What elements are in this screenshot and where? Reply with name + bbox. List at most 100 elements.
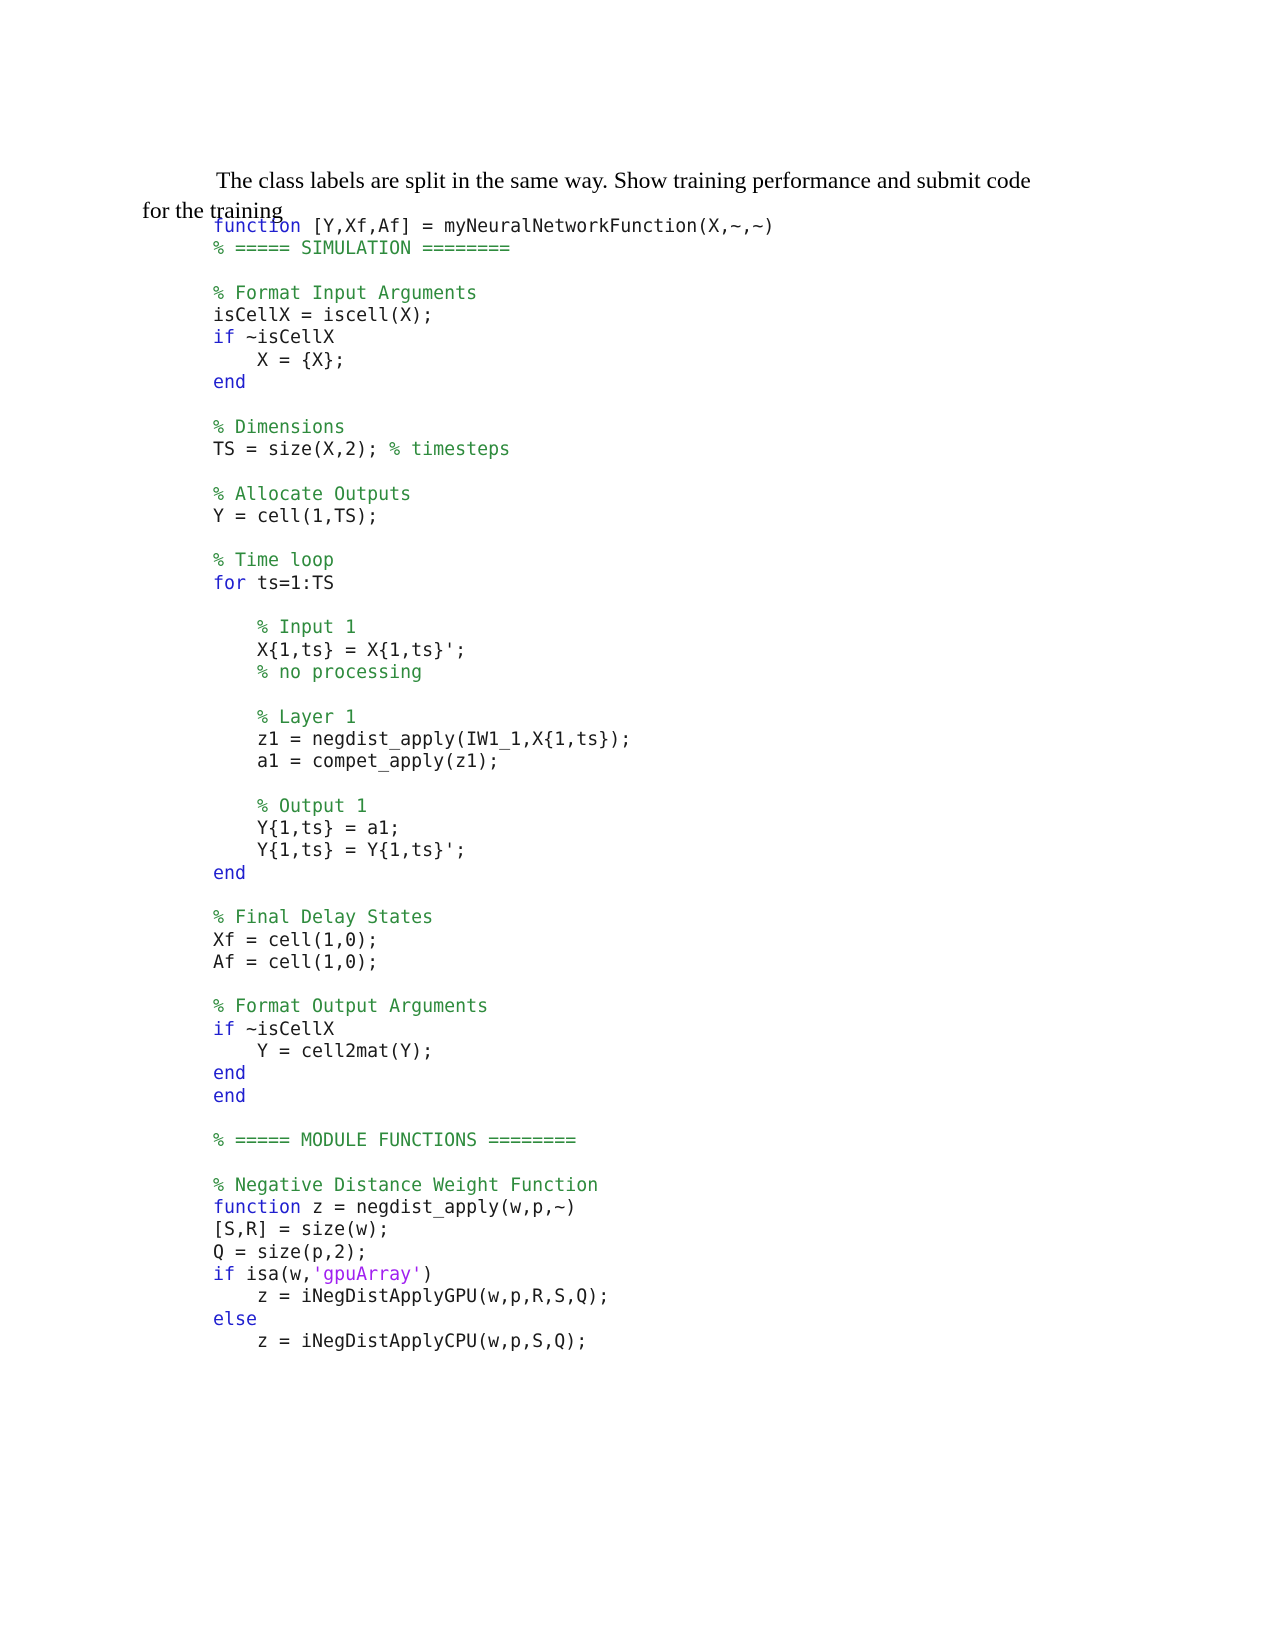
code-line: z = iNegDistApplyCPU(w,p,S,Q); <box>213 1331 1193 1353</box>
code-token-plain: isa(w, <box>235 1263 313 1285</box>
code-token-plain: ~isCellX <box>235 327 335 349</box>
code-token-kw: if <box>213 327 236 349</box>
code-token-kw: function <box>213 216 302 237</box>
code-token-plain: ~isCellX <box>235 1018 335 1040</box>
code-line: isCellX = iscell(X); <box>213 305 1193 327</box>
code-token-cmt: % ===== MODULE FUNCTIONS ======== <box>213 1130 577 1152</box>
code-line: if ~isCellX <box>213 1019 1193 1041</box>
code-token-cmt: % Negative Distance Weight Function <box>213 1174 599 1196</box>
code-token-kw: end <box>213 1085 247 1107</box>
code-token-plain: ts=1:TS <box>246 572 335 594</box>
code-line: % Allocate Outputs <box>213 484 1193 506</box>
code-token-plain: z1 = negdist_apply(IW1_1,X{1,ts}); <box>213 728 632 750</box>
code-line: z1 = negdist_apply(IW1_1,X{1,ts}); <box>213 729 1193 751</box>
code-line: Q = size(p,2); <box>213 1242 1193 1264</box>
code-line: else <box>213 1309 1193 1331</box>
code-token-cmt: % Output 1 <box>213 795 368 817</box>
code-line: end <box>213 863 1193 885</box>
code-line: % Layer 1 <box>213 707 1193 729</box>
code-token-cmt: % Layer 1 <box>213 706 357 728</box>
code-token-kw: end <box>213 372 247 394</box>
code-line: % Input 1 <box>213 617 1193 639</box>
code-token-plain: Y{1,ts} = a1; <box>213 818 401 840</box>
code-line: % Format Input Arguments <box>213 283 1193 305</box>
code-token-plain: z = negdist_apply(w,p,~) <box>301 1197 577 1219</box>
code-line: % ===== MODULE FUNCTIONS ======== <box>213 1130 1193 1152</box>
code-token-plain: X{1,ts} = X{1,ts}'; <box>213 639 467 661</box>
code-line: end <box>213 1086 1193 1108</box>
code-token-plain: isCellX = iscell(X); <box>213 305 434 327</box>
code-line: % no processing <box>213 662 1193 684</box>
code-line: z = iNegDistApplyGPU(w,p,R,S,Q); <box>213 1286 1193 1308</box>
code-token-plain: [Y,Xf,Af] = myNeuralNetworkFunction(X,~,… <box>301 216 775 237</box>
code-token-kw: if <box>213 1263 236 1285</box>
code-token-plain: Q = size(p,2); <box>213 1241 368 1263</box>
code-line: % Format Output Arguments <box>213 996 1193 1018</box>
code-token-plain: z = iNegDistApplyCPU(w,p,S,Q); <box>213 1330 588 1352</box>
code-token-cmt: % Time loop <box>213 550 335 572</box>
code-line: Y{1,ts} = a1; <box>213 818 1193 840</box>
code-line: if ~isCellX <box>213 327 1193 349</box>
code-line: a1 = compet_apply(z1); <box>213 751 1193 773</box>
code-line: % Time loop <box>213 550 1193 572</box>
code-line: Xf = cell(1,0); <box>213 930 1193 952</box>
code-token-plain: Y{1,ts} = Y{1,ts}'; <box>213 840 467 862</box>
code-line: if isa(w,'gpuArray') <box>213 1264 1193 1286</box>
code-line: for ts=1:TS <box>213 573 1193 595</box>
code-token-kw: function <box>213 1197 302 1219</box>
code-token-cmt: % Dimensions <box>213 416 346 438</box>
code-line: % Final Delay States <box>213 907 1193 929</box>
code-line: end <box>213 1063 1193 1085</box>
code-token-cmt: % Format Input Arguments <box>213 282 478 304</box>
code-line: end <box>213 372 1193 394</box>
code-token-kw: end <box>213 1063 247 1085</box>
code-token-plain: [S,R] = size(w); <box>213 1219 390 1241</box>
code-line: X{1,ts} = X{1,ts}'; <box>213 640 1193 662</box>
code-line: [S,R] = size(w); <box>213 1219 1193 1241</box>
code-token-plain: Xf = cell(1,0); <box>213 929 379 951</box>
code-token-cmt: % Format Output Arguments <box>213 996 489 1018</box>
code-token-kw: if <box>213 1018 236 1040</box>
code-token-plain: X = {X}; <box>213 349 346 371</box>
code-line: % Negative Distance Weight Function <box>213 1175 1193 1197</box>
code-token-cmt: % Allocate Outputs <box>213 483 412 505</box>
code-token-cmt: % Input 1 <box>213 617 357 639</box>
code-token-kw: end <box>213 862 247 884</box>
code-token-plain: Y = cell(1,TS); <box>213 505 379 527</box>
code-token-plain: ) <box>422 1263 434 1285</box>
code-token-cmt: % no processing <box>213 661 423 683</box>
code-token-str: 'gpuArray' <box>312 1263 423 1285</box>
matlab-code-listing: function [Y,Xf,Af] = myNeuralNetworkFunc… <box>213 216 1193 1353</box>
code-token-plain: Y = cell2mat(Y); <box>213 1040 434 1062</box>
code-line: % Dimensions <box>213 417 1193 439</box>
code-token-plain: z = iNegDistApplyGPU(w,p,R,S,Q); <box>213 1286 610 1308</box>
code-token-kw: for <box>213 572 247 594</box>
code-line: Af = cell(1,0); <box>213 952 1193 974</box>
code-line: X = {X}; <box>213 350 1193 372</box>
code-token-plain: Af = cell(1,0); <box>213 951 379 973</box>
code-token-cmt: % timesteps <box>389 438 511 460</box>
code-line: function [Y,Xf,Af] = myNeuralNetworkFunc… <box>213 216 1193 238</box>
code-line: Y = cell(1,TS); <box>213 506 1193 528</box>
document-page: The class labels are split in the same w… <box>0 0 1275 1651</box>
code-line: Y = cell2mat(Y); <box>213 1041 1193 1063</box>
code-line: function z = negdist_apply(w,p,~) <box>213 1197 1193 1219</box>
code-token-kw: else <box>213 1308 258 1330</box>
code-token-plain: TS = size(X,2); <box>213 438 390 460</box>
code-token-plain: a1 = compet_apply(z1); <box>213 751 500 773</box>
code-line: Y{1,ts} = Y{1,ts}'; <box>213 840 1193 862</box>
code-line: % ===== SIMULATION ======== <box>213 238 1193 260</box>
code-token-cmt: % Final Delay States <box>213 907 434 929</box>
code-token-cmt: % ===== SIMULATION ======== <box>213 238 511 260</box>
